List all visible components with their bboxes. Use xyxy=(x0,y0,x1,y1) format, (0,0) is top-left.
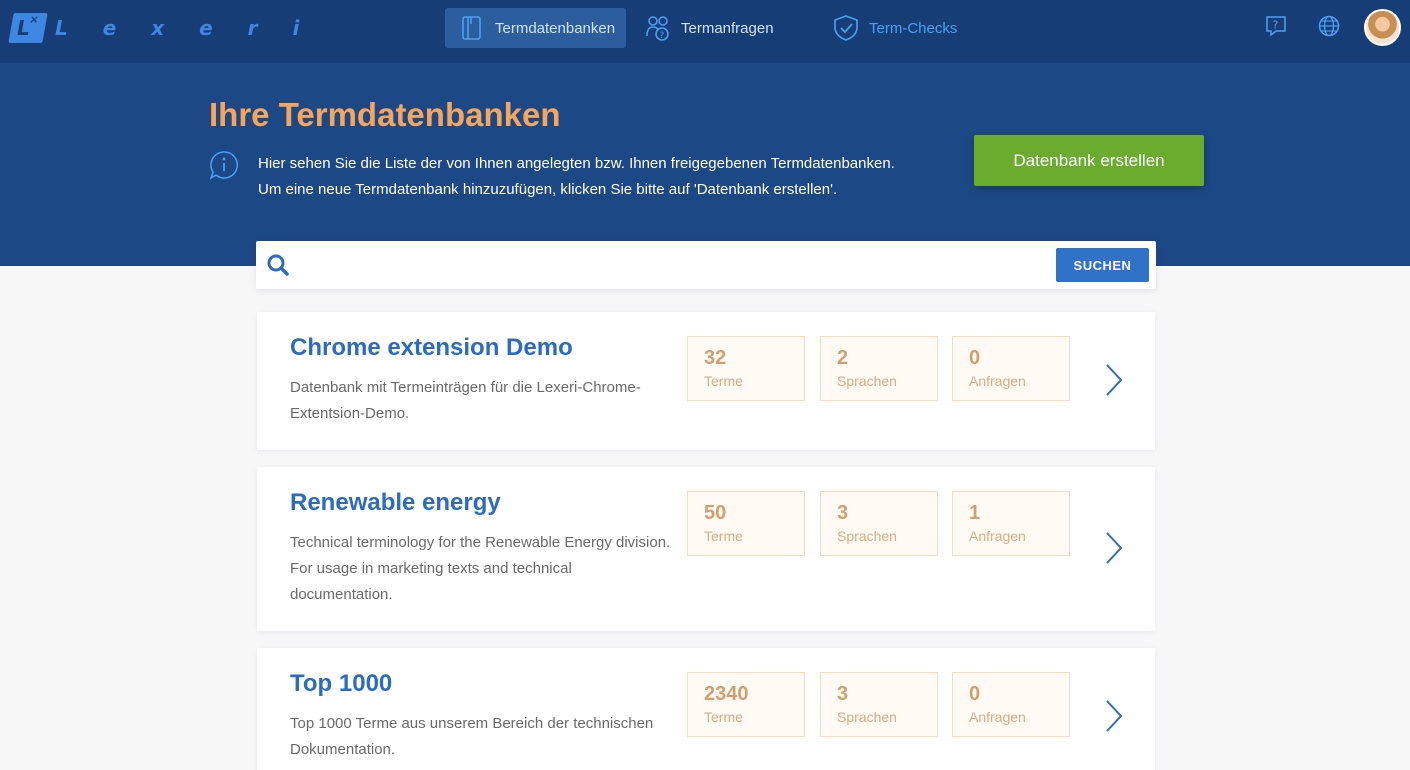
database-description: Top 1000 Terme aus unserem Bereich der t… xyxy=(290,715,654,758)
database-description: Datenbank mit Termeinträgen für die Lexe… xyxy=(290,379,641,422)
info-speech-icon xyxy=(209,151,239,180)
search-icon xyxy=(267,254,289,276)
chevron-right-icon[interactable] xyxy=(1102,530,1126,566)
database-card[interactable]: Top 1000 Top 1000 Terme aus unserem Bere… xyxy=(257,648,1155,770)
svg-text:?: ? xyxy=(660,31,665,41)
stat-label: Sprachen xyxy=(837,373,897,389)
stat-anfragen: 1 Anfragen xyxy=(952,491,1070,556)
stat-sprachen: 2 Sprachen xyxy=(820,336,938,401)
search-input[interactable] xyxy=(300,249,1050,281)
stat-sprachen: 3 Sprachen xyxy=(820,672,938,737)
page-title: Ihre Termdatenbanken xyxy=(209,96,561,133)
svg-text:?: ? xyxy=(1273,19,1279,32)
chevron-right-icon[interactable] xyxy=(1102,698,1126,734)
database-title[interactable]: Renewable energy xyxy=(290,489,501,517)
nav-label: Termanfragen xyxy=(681,19,774,37)
stat-value: 3 xyxy=(837,502,849,524)
database-description: Technical terminology for the Renewable … xyxy=(290,534,671,603)
stat-anfragen: 0 Anfragen xyxy=(952,672,1070,737)
stat-value: 2 xyxy=(837,347,849,369)
search-button[interactable]: SUCHEN xyxy=(1056,248,1149,282)
database-title[interactable]: Chrome extension Demo xyxy=(290,334,573,362)
stat-value: 1 xyxy=(969,502,981,524)
nav-label: Term-Checks xyxy=(869,19,958,37)
chevron-right-icon[interactable] xyxy=(1102,362,1126,398)
stat-label: Anfragen xyxy=(969,373,1026,389)
document-icon xyxy=(462,16,481,40)
logo-mark-icon: L × xyxy=(8,13,48,43)
database-card[interactable]: Chrome extension Demo Datenbank mit Term… xyxy=(257,312,1155,450)
stat-label: Terme xyxy=(704,528,743,544)
stat-label: Terme xyxy=(704,373,743,389)
stat-label: Sprachen xyxy=(837,528,897,544)
database-title[interactable]: Top 1000 xyxy=(290,670,392,698)
stat-value: 32 xyxy=(704,347,727,369)
stat-terme: 32 Terme xyxy=(687,336,805,401)
stat-label: Anfragen xyxy=(969,709,1026,725)
create-database-button[interactable]: Datenbank erstellen xyxy=(974,135,1204,186)
stat-terme: 50 Terme xyxy=(687,491,805,556)
page-description: Hier sehen Sie die Liste der von Ihnen a… xyxy=(258,155,895,198)
search-bar: SUCHEN xyxy=(256,241,1156,289)
lexeri-logo[interactable]: L × L e x e r i xyxy=(8,13,314,43)
stat-label: Anfragen xyxy=(969,528,1026,544)
nav-label: Termdatenbanken xyxy=(495,19,616,37)
nav-termdatenbanken[interactable]: Termdatenbanken xyxy=(445,8,626,48)
stat-value: 50 xyxy=(704,502,727,524)
nav-term-checks[interactable]: Term-Checks xyxy=(833,8,957,48)
stat-terme: 2340 Terme xyxy=(687,672,805,737)
hero-section: Ihre Termdatenbanken Hier sehen Sie die … xyxy=(0,63,1410,266)
stat-value: 0 xyxy=(969,347,981,369)
stat-value: 2340 xyxy=(704,683,749,705)
globe-icon[interactable] xyxy=(1317,14,1341,38)
logo-text: L e x e r i xyxy=(55,16,314,40)
stat-value: 0 xyxy=(969,683,981,705)
top-navigation-bar: L × L e x e r i Termdatenbanken ? Termanf… xyxy=(0,0,1410,63)
stat-label: Sprachen xyxy=(837,709,897,725)
stat-sprachen: 3 Sprachen xyxy=(820,491,938,556)
nav-termanfragen[interactable]: ? Termanfragen xyxy=(645,8,774,48)
shield-check-icon xyxy=(834,15,858,41)
avatar[interactable] xyxy=(1364,9,1401,46)
stat-anfragen: 0 Anfragen xyxy=(952,336,1070,401)
stat-label: Terme xyxy=(704,709,743,725)
database-card[interactable]: Renewable energy Technical terminology f… xyxy=(257,467,1155,631)
help-icon[interactable]: ? xyxy=(1264,14,1288,38)
stat-value: 3 xyxy=(837,683,849,705)
users-question-icon: ? xyxy=(646,16,669,41)
